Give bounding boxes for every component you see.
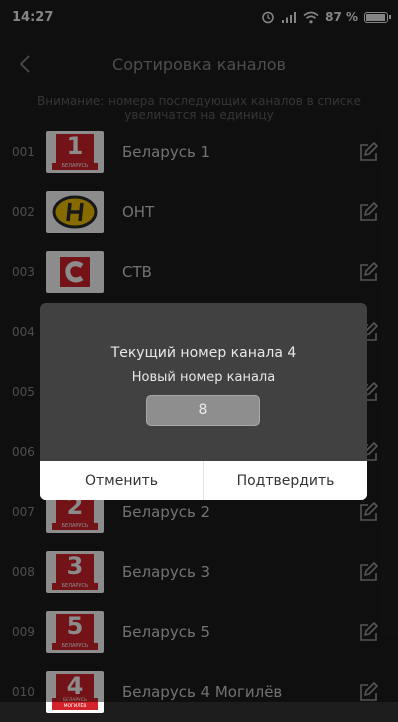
confirm-button[interactable]: Подтвердить bbox=[204, 461, 367, 500]
new-channel-number-input[interactable]: 8 bbox=[146, 395, 260, 426]
current-channel-number: Текущий номер канала 4 bbox=[110, 345, 297, 361]
new-channel-number-label: Новый номер канала bbox=[131, 370, 276, 385]
cancel-button[interactable]: Отменить bbox=[40, 461, 204, 500]
dialog-buttons: Отменить Подтвердить bbox=[40, 461, 367, 500]
change-number-dialog: Текущий номер канала 4 Новый номер канал… bbox=[40, 303, 367, 500]
